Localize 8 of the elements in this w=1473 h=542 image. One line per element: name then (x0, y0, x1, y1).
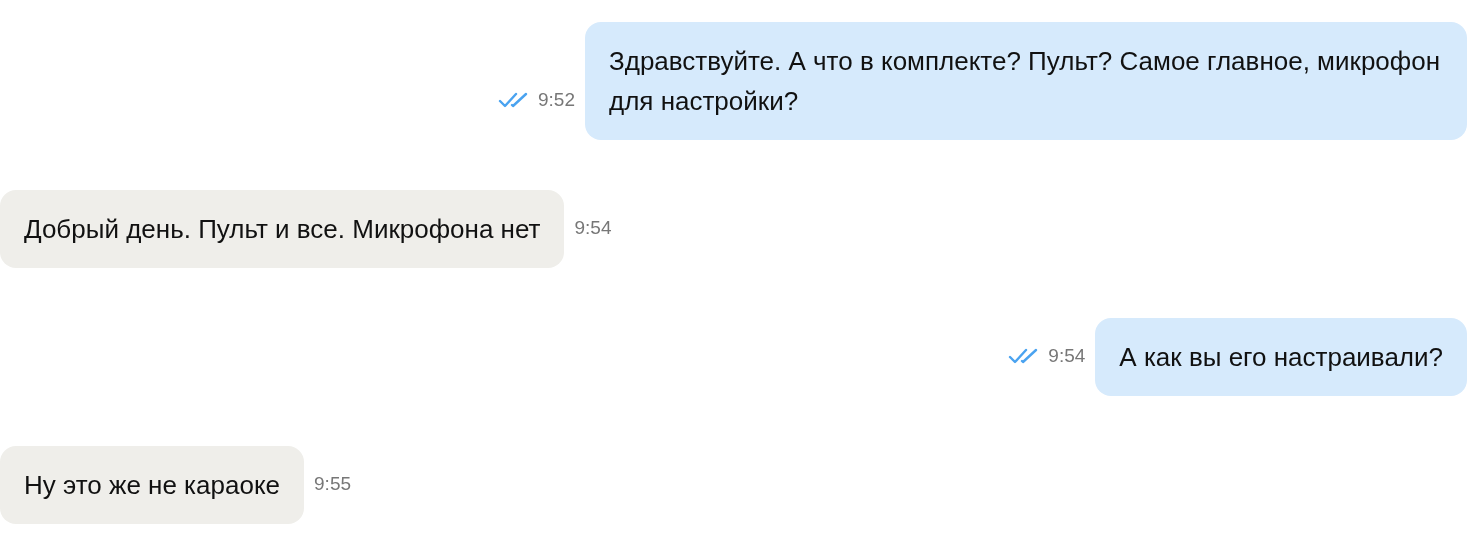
message-time: 9:54 (1048, 344, 1086, 368)
message-time: 9:52 (538, 88, 575, 112)
outgoing-message-bubble: А как вы его настраивали? (1095, 318, 1467, 396)
outgoing-message-bubble: Здравствуйте. А что в комплекте? Пульт? Самое главное, микрофон для настройки? (585, 22, 1467, 140)
message-time: 9:54 (574, 216, 612, 240)
message-time: 9:55 (314, 472, 351, 496)
incoming-message-bubble: Добрый день. Пульт и все. Микрофона нет (0, 190, 565, 268)
incoming-message-bubble: Ну это же не караоке (0, 446, 305, 524)
